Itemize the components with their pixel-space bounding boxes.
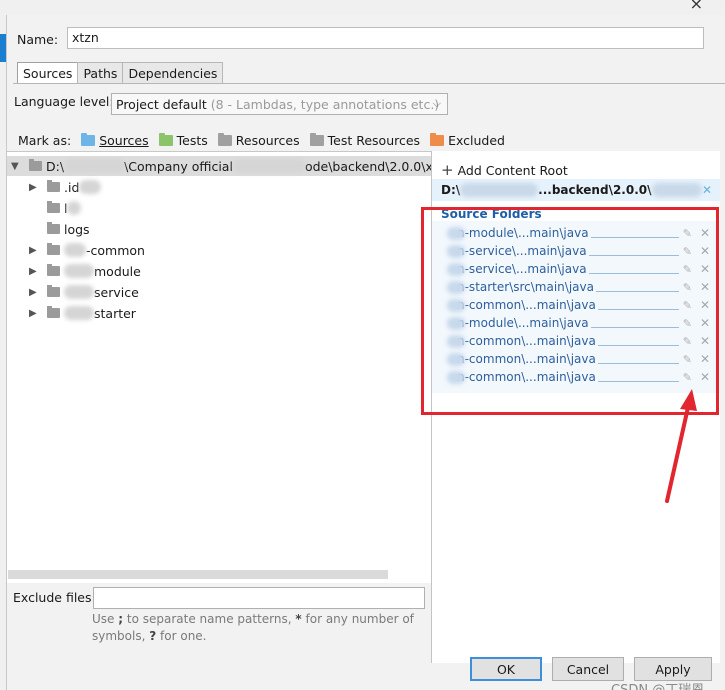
chevron-down-icon[interactable]: ▼ (11, 161, 23, 172)
tab-dependencies[interactable]: Dependencies (122, 62, 224, 83)
folder-icon (47, 243, 60, 255)
mark-as-resources-label: Resources (235, 133, 300, 148)
language-level-value: Project default (116, 96, 207, 112)
redacted-text (67, 201, 82, 215)
folder-icon (47, 201, 60, 213)
hint-text: for one. (160, 629, 207, 643)
tab-sources[interactable]: Sources (17, 62, 79, 83)
hint-symbol: ; (118, 612, 124, 626)
tree-item[interactable]: ▶ service (29, 282, 139, 302)
excluded-folder-icon (430, 133, 445, 146)
content-root-prefix: D:\ (441, 183, 461, 197)
tree-item-label: .id (64, 179, 80, 195)
redacted-text (64, 264, 94, 278)
hint-symbol: ? (149, 629, 157, 643)
folder-tree-pane[interactable]: ▼ D:\ \Company official ode\backend\2.0.… (7, 151, 433, 583)
sources-folder-icon (81, 133, 96, 146)
mark-as-tests-button[interactable]: Tests (158, 133, 208, 148)
cancel-button[interactable]: Cancel (552, 657, 624, 681)
tree-root-row[interactable]: ▼ D:\ \Company official ode\backend\2.0.… (11, 156, 433, 176)
tree-item[interactable]: logs (47, 219, 90, 239)
chevron-right-icon[interactable]: ▶ (29, 308, 41, 319)
chevron-right-icon[interactable]: ▶ (29, 182, 41, 193)
folder-icon (47, 306, 60, 318)
remove-content-root-icon[interactable]: ✕ (702, 183, 712, 197)
language-level-row: Language level: (14, 94, 114, 109)
tree-root-mid: \Company official (124, 158, 233, 174)
tree-item[interactable]: ▶ .id (29, 177, 102, 197)
mark-as-row: Mark as: Sources Tests Resources Test Re… (18, 133, 505, 148)
tree-item-label: logs (64, 221, 90, 237)
tab-paths[interactable]: Paths (77, 62, 124, 83)
chevron-right-icon[interactable]: ▶ (29, 245, 41, 256)
name-row: Name: (17, 27, 58, 51)
language-level-hint: (8 - Lambdas, type annotations etc.) (210, 96, 440, 112)
mark-as-resources-button[interactable]: Resources (217, 133, 300, 148)
tree-item[interactable]: ▶ -common (29, 240, 145, 260)
redacted-text (460, 183, 539, 197)
chevron-down-icon: ⌵ (432, 97, 441, 110)
content-root-suffix: ...backend\2.0.0\ (538, 183, 652, 197)
mark-as-excluded-label: Excluded (448, 133, 505, 148)
language-level-label: Language level: (14, 94, 114, 109)
chevron-right-icon[interactable]: ▶ (29, 266, 41, 277)
top-strip: × (0, 0, 725, 15)
mark-as-label: Mark as: (18, 133, 72, 148)
redacted-text (79, 180, 102, 194)
name-input[interactable]: xtzn (67, 27, 704, 49)
tree-item[interactable]: ▶ module (29, 261, 141, 281)
exclude-files-input[interactable] (93, 587, 425, 609)
hint-symbol: * (295, 612, 302, 626)
language-level-select[interactable]: Project default (8 - Lambdas, type annot… (111, 93, 448, 115)
mark-as-sources-label: Sources (99, 133, 149, 148)
redacted-text (651, 183, 702, 197)
content-root-path[interactable]: D:\ ...backend\2.0.0\ ✕ (432, 179, 720, 201)
redacted-text (64, 243, 86, 257)
watermark: CSDN @丁瑞恩 (611, 679, 704, 690)
redacted-text (64, 306, 94, 320)
tree-item-label: -common (86, 242, 145, 258)
folder-icon (47, 285, 60, 297)
test-resources-folder-icon (309, 133, 324, 146)
tree-item[interactable]: l (47, 198, 82, 218)
redacted-text (64, 159, 125, 173)
tests-folder-icon (158, 133, 173, 146)
tree-root-prefix: D:\ (46, 158, 65, 174)
folder-icon (29, 159, 42, 171)
hint-text: to separate name patterns, (126, 612, 292, 626)
mark-as-test-resources-button[interactable]: Test Resources (309, 133, 421, 148)
folder-icon (47, 264, 60, 276)
folder-icon (47, 222, 60, 234)
tree-root-suffix: ode\backend\2.0.0\x (304, 158, 433, 174)
add-content-root-label: Add Content Root (457, 162, 568, 178)
tab-bar: Sources Paths Dependencies (17, 62, 224, 83)
tab-divider (13, 83, 725, 84)
name-label: Name: (17, 31, 59, 47)
apply-button[interactable]: Apply (634, 657, 712, 681)
mark-as-excluded-button[interactable]: Excluded (430, 133, 505, 148)
redacted-text (64, 285, 94, 299)
ok-button[interactable]: OK (470, 657, 542, 681)
exclude-files-hint: Use ; to separate name patterns, * for a… (92, 611, 417, 645)
tree-item-label: starter (94, 305, 136, 321)
tree-item[interactable]: ▶ starter (29, 303, 136, 323)
redacted-text (232, 159, 305, 173)
plus-icon: + (441, 161, 454, 179)
exclude-files-label: Exclude files: (13, 590, 96, 605)
tree-item-label: module (94, 263, 141, 279)
chevron-right-icon[interactable]: ▶ (29, 287, 41, 298)
window-close-icon[interactable]: × (690, 0, 703, 13)
horizontal-scrollbar[interactable] (8, 570, 388, 579)
folder-icon (47, 180, 60, 192)
annotation-arrow (665, 389, 697, 503)
module-settings-dialog: Name: xtzn Sources Paths Dependencies La… (6, 15, 725, 690)
hint-text: Use (92, 612, 115, 626)
mark-as-tests-label: Tests (176, 133, 208, 148)
add-content-root-button[interactable]: + Add Content Root (441, 161, 568, 179)
mark-as-sources-button[interactable]: Sources (81, 133, 149, 148)
resources-folder-icon (217, 133, 232, 146)
highlight-box (421, 207, 719, 415)
mark-as-test-resources-label: Test Resources (327, 133, 421, 148)
tree-item-label: service (94, 284, 139, 300)
